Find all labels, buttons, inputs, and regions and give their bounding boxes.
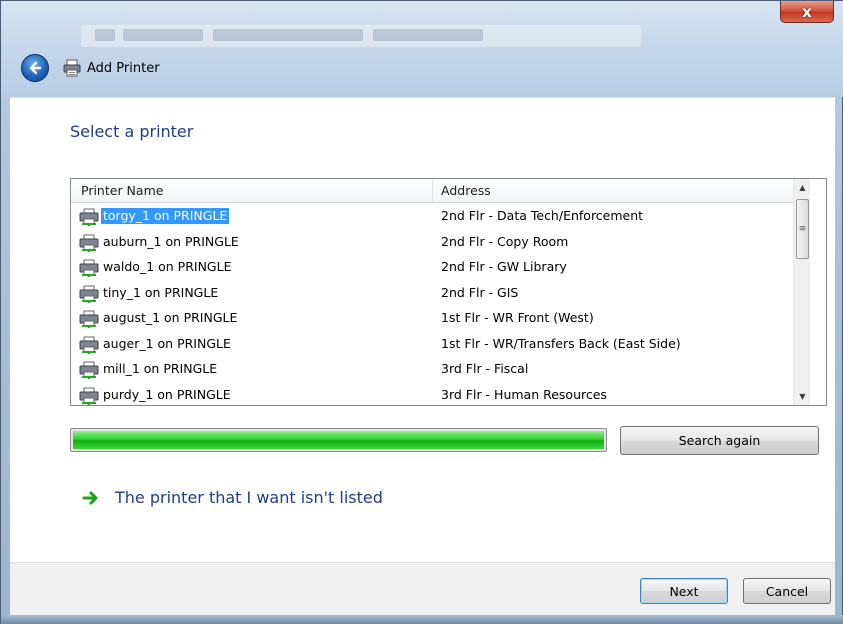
printer-address-cell[interactable]: 1st Flr - WR/Transfers Back (East Side) [441, 336, 681, 352]
printer-address-cell[interactable]: 3rd Flr - Fiscal [441, 361, 528, 377]
network-printer-icon [79, 387, 99, 405]
network-printer-icon [79, 361, 99, 380]
cancel-button[interactable]: Cancel [743, 578, 831, 604]
list-header: Printer Name Address [71, 179, 793, 203]
network-printer-icon [79, 310, 99, 329]
window-title: Add Printer [87, 60, 160, 76]
address-bar [81, 25, 641, 47]
table-row[interactable]: auger_1 on PRINGLE 1st Flr - WR/Transfers… [71, 332, 793, 358]
printer-name-cell[interactable]: waldo_1 on PRINGLE [101, 259, 233, 275]
search-progress-bar [70, 428, 607, 452]
table-row[interactable]: auburn_1 on PRINGLE 2nd Flr - Copy Room [71, 230, 793, 256]
printer-address-cell[interactable]: 2nd Flr - Data Tech/Enforcement [441, 208, 643, 224]
back-button[interactable] [21, 54, 49, 82]
column-header-printer-name[interactable]: Printer Name [81, 183, 163, 198]
background-strip [1, 615, 843, 624]
page-title: Select a printer [70, 122, 194, 141]
printer-name-cell[interactable]: auburn_1 on PRINGLE [101, 234, 241, 250]
network-printer-icon [79, 234, 99, 252]
scroll-down-icon[interactable]: ▼ [794, 388, 811, 405]
scrollbar-thumb[interactable]: ≡ [796, 199, 809, 259]
wizard-footer: Next Cancel [10, 562, 835, 615]
progress-fill [73, 431, 604, 449]
missing-printer-link[interactable]: The printer that I want isn't listed [82, 488, 383, 507]
scroll-up-icon[interactable]: ▲ [794, 179, 811, 196]
next-button[interactable]: Next [640, 578, 728, 604]
printer-address-cell[interactable]: 3rd Flr - Human Resources [441, 387, 607, 403]
table-row[interactable]: torgy_1 on PRINGLE 2nd Flr - Data Tech/En… [71, 204, 793, 230]
printer-rows: torgy_1 on PRINGLE 2nd Flr - Data Tech/En… [71, 204, 793, 406]
table-row[interactable]: waldo_1 on PRINGLE 2nd Flr - GW Library [71, 255, 793, 281]
back-arrow-icon [29, 61, 42, 75]
column-header-address[interactable]: Address [441, 183, 491, 198]
table-row[interactable]: mill_1 on PRINGLE 3rd Flr - Fiscal [71, 357, 793, 383]
table-row[interactable]: tiny_1 on PRINGLE 2nd Flr - GIS [71, 281, 793, 307]
missing-printer-link-text[interactable]: The printer that I want isn't listed [115, 488, 383, 507]
window-frame: x Add Printer Select a printer Printer N… [0, 0, 843, 624]
printer-address-cell[interactable]: 2nd Flr - GW Library [441, 259, 567, 275]
printer-address-cell[interactable]: 2nd Flr - Copy Room [441, 234, 568, 250]
network-printer-icon [79, 259, 99, 278]
title-row: Add Printer [21, 53, 160, 83]
vertical-scrollbar[interactable]: ▲ ≡ ▼ [793, 179, 810, 405]
network-printer-icon [79, 336, 99, 354]
cancel-button-label: Cancel [765, 583, 809, 599]
network-printer-icon [79, 208, 99, 227]
printer-address-cell[interactable]: 2nd Flr - GIS [441, 285, 518, 301]
next-button-label: Next [669, 583, 699, 599]
table-row[interactable]: purdy_1 on PRINGLE 3rd Flr - Human Resour… [71, 383, 793, 406]
close-icon: x [802, 2, 812, 21]
wizard-content: Select a printer Printer Name Address to… [10, 97, 835, 562]
printer-name-cell[interactable]: mill_1 on PRINGLE [101, 361, 219, 377]
green-arrow-icon [82, 491, 98, 504]
printer-name-cell[interactable]: auger_1 on PRINGLE [101, 336, 233, 352]
search-again-label: Search again [678, 433, 761, 448]
search-again-button[interactable]: Search again [620, 426, 819, 455]
printer-name-cell[interactable]: tiny_1 on PRINGLE [101, 285, 220, 301]
printer-list[interactable]: Printer Name Address torgy_1 on PRINGLE 2… [70, 178, 827, 406]
printer-name-cell[interactable]: august_1 on PRINGLE [101, 310, 239, 326]
window-titlebar: x Add Printer [1, 1, 843, 97]
printer-name-cell[interactable]: purdy_1 on PRINGLE [101, 387, 233, 403]
printer-address-cell[interactable]: 1st Flr - WR Front (West) [441, 310, 594, 326]
network-printer-icon [79, 285, 99, 303]
close-button[interactable]: x [780, 1, 834, 23]
table-row[interactable]: august_1 on PRINGLE 1st Flr - WR Front (W… [71, 306, 793, 332]
printer-name-cell[interactable]: torgy_1 on PRINGLE [101, 208, 230, 224]
printer-icon [63, 59, 81, 77]
